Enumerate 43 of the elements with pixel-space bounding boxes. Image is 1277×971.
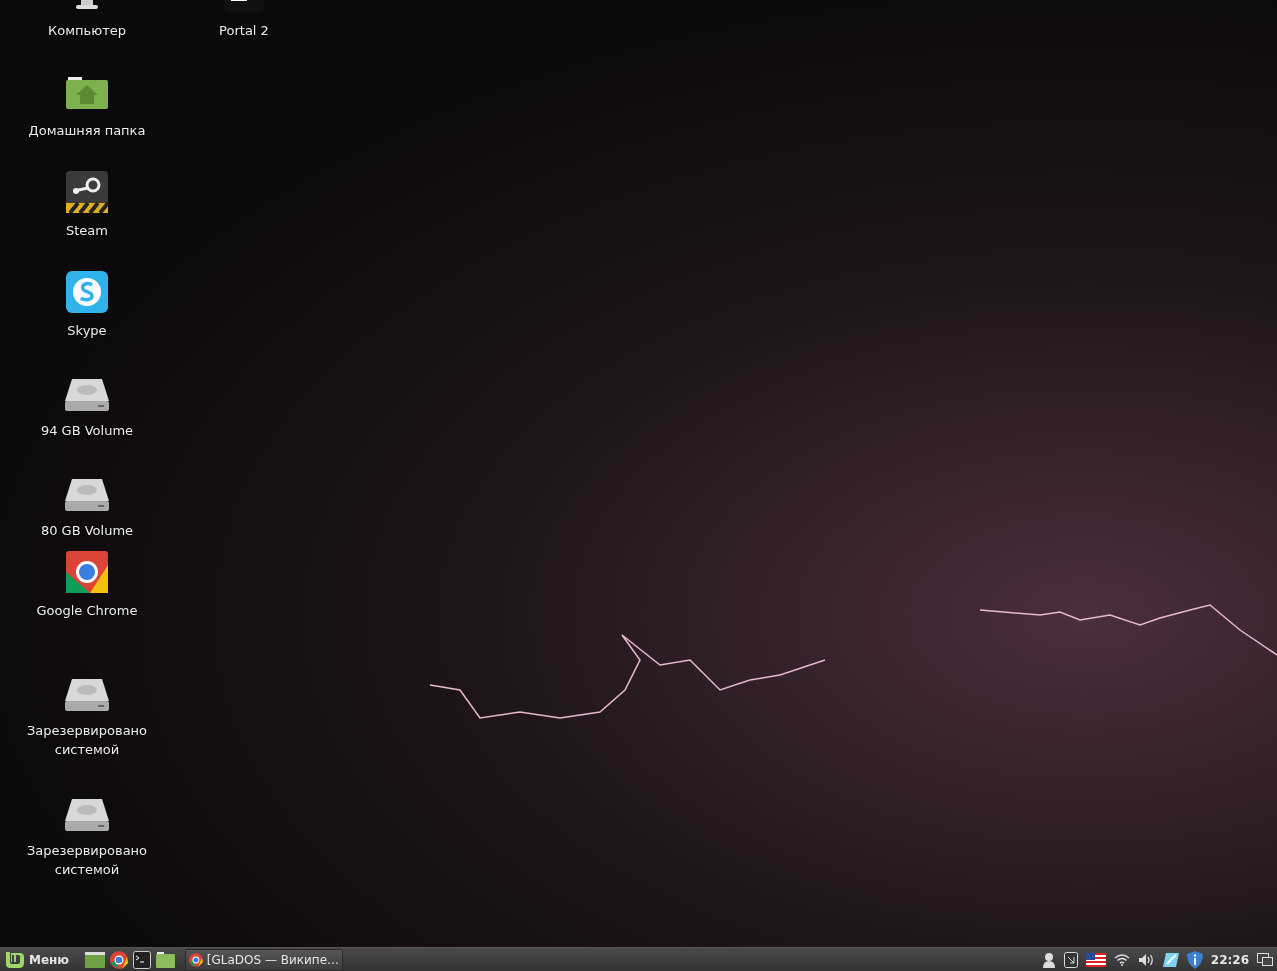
shortcut-label: Зарезервировано системой xyxy=(25,842,149,879)
drive-icon xyxy=(64,797,110,833)
update-manager-icon[interactable] xyxy=(1063,951,1078,968)
shortcut-label: Зарезервировано системой xyxy=(25,722,149,759)
desktop-shortcut[interactable]: 80 GB Volume xyxy=(22,469,152,540)
desktop-shortcut[interactable]: Домашняя папка xyxy=(22,69,152,140)
shield-icon[interactable] xyxy=(1186,950,1203,969)
window-list-icon[interactable] xyxy=(1257,953,1273,966)
desktop-shortcut[interactable]: 94 GB Volume xyxy=(22,369,152,440)
folder-icon[interactable] xyxy=(156,951,176,968)
window-button[interactable]: [GLaDOS — Википе… xyxy=(185,948,344,971)
terminal-icon[interactable] xyxy=(133,950,152,969)
user-icon[interactable] xyxy=(1041,951,1056,968)
skype-icon xyxy=(66,271,108,313)
shortcut-label: Skype xyxy=(67,322,107,340)
shortcut-label: 80 GB Volume xyxy=(40,522,134,540)
desktop-shortcut[interactable]: Зарезервировано системой xyxy=(22,789,152,879)
desktop-shortcut[interactable]: Skype xyxy=(22,269,152,340)
show-desktop-icon[interactable] xyxy=(85,951,106,968)
desktop-shortcut[interactable]: Зарезервировано системой xyxy=(22,669,152,759)
shortcut-label: Домашняя папка xyxy=(28,122,146,140)
desktop-shortcut[interactable]: Steam xyxy=(22,169,152,240)
chrome-icon xyxy=(66,551,108,593)
shortcut-label: 94 GB Volume xyxy=(40,422,134,440)
shortcut-label: Google Chrome xyxy=(36,602,138,620)
drive-icon xyxy=(64,377,110,413)
menu-button[interactable]: Меню xyxy=(4,948,72,971)
shortcut-label: Steam xyxy=(66,222,108,240)
desktop-shortcut[interactable]: Компьютер xyxy=(22,0,152,40)
mint-logo-icon xyxy=(6,951,24,968)
wifi-icon[interactable] xyxy=(1113,953,1130,966)
drive-icon xyxy=(64,677,110,713)
volume-icon[interactable] xyxy=(1137,952,1155,967)
drive-icon xyxy=(64,477,110,513)
us-flag-icon[interactable] xyxy=(1085,952,1106,967)
chrome-icon[interactable] xyxy=(110,950,129,969)
steam-icon xyxy=(66,171,108,213)
shortcut-label: Portal 2 xyxy=(219,22,269,40)
chrome-icon xyxy=(189,951,203,968)
clock[interactable]: 22:26 xyxy=(1210,950,1249,969)
desktop-shortcut[interactable]: Portal 2 xyxy=(179,0,309,40)
shortcut-label: Компьютер xyxy=(48,22,126,40)
desktop-shortcut[interactable]: Google Chrome xyxy=(22,549,152,620)
